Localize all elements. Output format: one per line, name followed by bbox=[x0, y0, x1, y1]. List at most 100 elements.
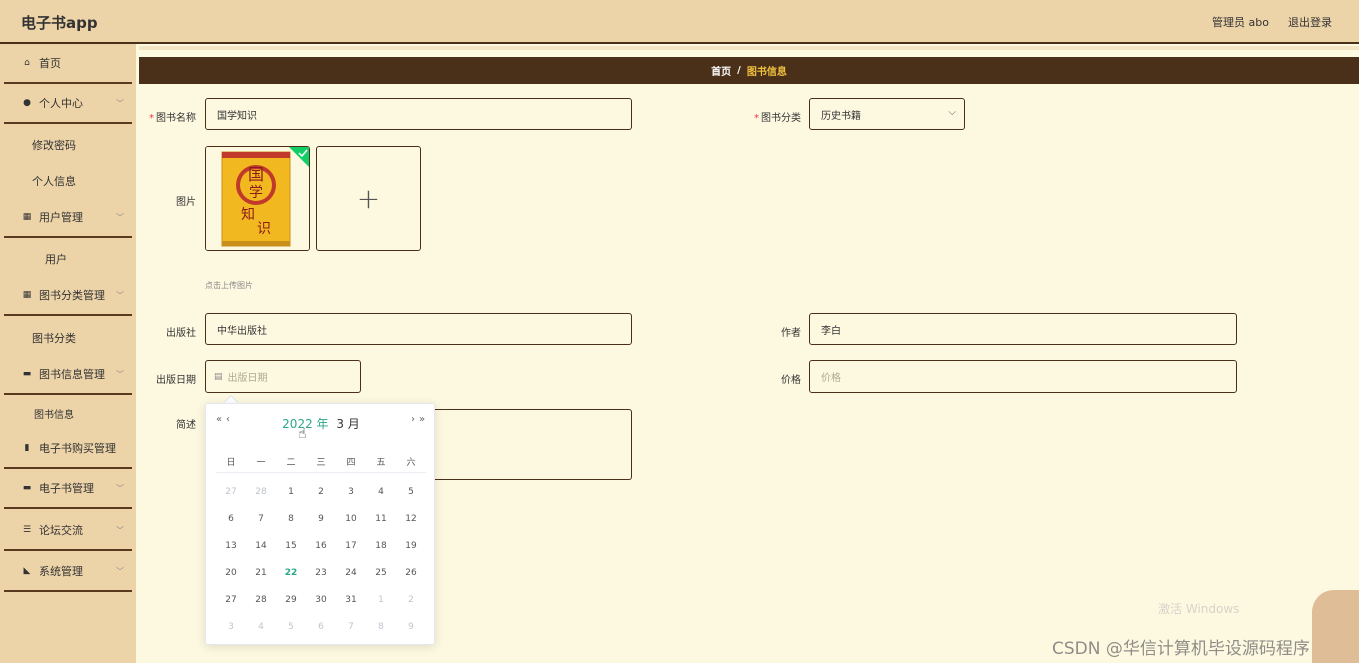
datepicker-day-cell[interactable]: 27 bbox=[216, 487, 246, 497]
upload-hint: 点击上传图片 bbox=[205, 281, 253, 290]
chevron-down-icon: ﹀ bbox=[116, 213, 124, 222]
datepicker-day-cell[interactable]: 9 bbox=[306, 514, 336, 524]
logout-link[interactable]: 退出登录 bbox=[1288, 14, 1332, 30]
breadcrumb-home[interactable]: 首页 bbox=[711, 63, 731, 78]
datepicker-day-cell[interactable]: 20 bbox=[216, 568, 246, 578]
upload-add-button[interactable]: + bbox=[316, 146, 421, 251]
price-label: 价格 bbox=[781, 375, 801, 386]
datepicker-day-cell[interactable]: 4 bbox=[366, 487, 396, 497]
settings-icon: ◣ bbox=[23, 566, 31, 576]
datepicker-day-cell[interactable]: 18 bbox=[366, 541, 396, 551]
price-input[interactable]: 价格 bbox=[809, 360, 1237, 393]
chevron-down-icon: ﹀ bbox=[116, 567, 124, 576]
datepicker-day-cell[interactable]: 19 bbox=[396, 541, 426, 551]
datepicker-day-cell[interactable]: 2 bbox=[306, 487, 336, 497]
datepicker-week-row: 20 21 22 23 24 25 26 bbox=[216, 559, 426, 586]
sidebar-item-home[interactable]: ⌂ 首页 bbox=[4, 44, 132, 84]
chevron-down-icon: ﹀ bbox=[116, 484, 124, 493]
datepicker-day-cell[interactable]: 9 bbox=[396, 622, 426, 632]
sidebar-subitem-change-password[interactable]: 修改密码 bbox=[4, 137, 132, 153]
datepicker-day-cell[interactable]: 28 bbox=[246, 595, 276, 605]
description-textarea[interactable] bbox=[430, 409, 632, 480]
datepicker-day-cell[interactable]: 7 bbox=[246, 514, 276, 524]
datepicker-day-cell[interactable]: 26 bbox=[396, 568, 426, 578]
pub-date-label: 出版日期 bbox=[156, 375, 196, 386]
author-input[interactable]: 李白 bbox=[809, 313, 1237, 345]
datepicker-day-cell[interactable]: 14 bbox=[246, 541, 276, 551]
datepicker-day-cell[interactable]: 17 bbox=[336, 541, 366, 551]
sidebar-item-personal-center[interactable]: ● 个人中心 ﹀ bbox=[4, 84, 132, 124]
datepicker-day-cell[interactable]: 21 bbox=[246, 568, 276, 578]
datepicker-day-cell[interactable]: 24 bbox=[336, 568, 366, 578]
datepicker-day-cell[interactable]: 3 bbox=[216, 622, 246, 632]
datepicker-day-cell[interactable]: 3 bbox=[336, 487, 366, 497]
datepicker-day-cell[interactable]: 5 bbox=[276, 622, 306, 632]
datepicker-day-cell[interactable]: 7 bbox=[336, 622, 366, 632]
datepicker-day-cell[interactable]: 11 bbox=[366, 514, 396, 524]
sidebar-item-purchase-mgmt[interactable]: ▮ 电子书购买管理 bbox=[4, 429, 132, 469]
sidebar-subitem-personal-info[interactable]: 个人信息 bbox=[4, 173, 132, 189]
sidebar-item-label: 首页 bbox=[39, 57, 61, 70]
chevron-down-icon: ﹀ bbox=[116, 99, 124, 108]
datepicker-month[interactable]: 3 月 bbox=[336, 417, 359, 431]
datepicker-day-cell[interactable]: 12 bbox=[396, 514, 426, 524]
pub-date-input[interactable]: ▤ 出版日期 bbox=[205, 360, 361, 393]
chevron-down-icon: ⌵ bbox=[948, 107, 956, 118]
datepicker-week-row: 6 7 8 9 10 11 12 bbox=[216, 505, 426, 532]
sidebar-item-category-mgmt[interactable]: ▦ 图书分类管理 ﹀ bbox=[4, 276, 132, 316]
publisher-input[interactable]: 中华出版社 bbox=[205, 313, 632, 345]
sidebar-subitem-book-info[interactable]: 图书信息 bbox=[4, 406, 132, 421]
datepicker-day-cell[interactable]: 6 bbox=[306, 622, 336, 632]
datepicker-day-cell[interactable]: 6 bbox=[216, 514, 246, 524]
datepicker-day-cell[interactable]: 28 bbox=[246, 487, 276, 497]
sidebar-item-label: 图书分类管理 bbox=[39, 289, 105, 302]
datepicker-day-cell[interactable]: 1 bbox=[366, 595, 396, 605]
sidebar-item-forum[interactable]: ☰ 论坛交流 ﹀ bbox=[4, 511, 132, 551]
mascot-image bbox=[1312, 590, 1359, 663]
sidebar-item-label: 个人中心 bbox=[39, 97, 83, 110]
sidebar-item-user-mgmt[interactable]: ▦ 用户管理 ﹀ bbox=[4, 198, 132, 238]
datepicker-day-cell[interactable]: 27 bbox=[216, 595, 246, 605]
uploaded-image-thumbnail[interactable]: 国 学 知 识 bbox=[205, 146, 310, 251]
weekday-label: 四 bbox=[346, 458, 356, 468]
svg-text:识: 识 bbox=[257, 221, 271, 237]
datepicker-day-cell[interactable]: 8 bbox=[276, 514, 306, 524]
admin-username: 管理员 abo bbox=[1212, 16, 1269, 29]
datepicker-day-cell[interactable]: 29 bbox=[276, 595, 306, 605]
datepicker-day-cell[interactable]: 5 bbox=[396, 487, 426, 497]
category-select[interactable]: 历史书籍 ⌵ bbox=[809, 98, 965, 130]
sidebar-item-label: 图书信息管理 bbox=[39, 368, 105, 381]
svg-text:知: 知 bbox=[241, 206, 255, 223]
datepicker-day-cell[interactable]: 13 bbox=[216, 541, 246, 551]
book-name-input[interactable]: 国学知识 bbox=[205, 98, 632, 130]
datepicker-day-cell[interactable]: 30 bbox=[306, 595, 336, 605]
datepicker-day-cell[interactable]: 25 bbox=[366, 568, 396, 578]
sidebar-item-label: 系统管理 bbox=[39, 565, 83, 578]
plus-icon: + bbox=[356, 182, 381, 215]
svg-text:学: 学 bbox=[249, 185, 263, 201]
svg-text:国: 国 bbox=[248, 165, 264, 184]
datepicker-day-cell[interactable]: 8 bbox=[366, 622, 396, 632]
sidebar-item-label: 电子书管理 bbox=[39, 482, 94, 495]
datepicker-day-cell[interactable]: 16 bbox=[306, 541, 336, 551]
sidebar-item-system-mgmt[interactable]: ◣ 系统管理 ﹀ bbox=[4, 552, 132, 592]
sidebar-subitem-category[interactable]: 图书分类 bbox=[4, 330, 132, 346]
datepicker-day-cell[interactable]: 10 bbox=[336, 514, 366, 524]
sidebar-item-ebook-mgmt[interactable]: ▬ 电子书管理 ﹀ bbox=[4, 469, 132, 509]
sidebar-subitem-users[interactable]: 用户 bbox=[4, 251, 132, 267]
datepicker-day-cell[interactable]: 23 bbox=[306, 568, 336, 578]
sidebar-item-book-info-mgmt[interactable]: ▬ 图书信息管理 ﹀ bbox=[4, 355, 132, 395]
datepicker-day-cell[interactable]: 2 bbox=[396, 595, 426, 605]
datepicker-day-cell[interactable]: 31 bbox=[336, 595, 366, 605]
datepicker-day-cell[interactable]: 4 bbox=[246, 622, 276, 632]
mouse-cursor-icon: ☝ bbox=[298, 426, 307, 442]
datepicker-week-row: 13 14 15 16 17 18 19 bbox=[216, 532, 426, 559]
datepicker-day-cell[interactable]: 15 bbox=[276, 541, 306, 551]
datepicker-day-cell[interactable]: 22 bbox=[276, 568, 306, 578]
datepicker-week-row: 27 28 1 2 3 4 5 bbox=[216, 478, 426, 505]
next-year-icon[interactable]: » bbox=[419, 414, 425, 425]
next-month-icon[interactable]: › bbox=[411, 414, 415, 425]
user-icon: ● bbox=[23, 98, 31, 108]
windows-activation-watermark: 激活 Windows bbox=[1158, 602, 1240, 616]
datepicker-day-cell[interactable]: 1 bbox=[276, 487, 306, 497]
